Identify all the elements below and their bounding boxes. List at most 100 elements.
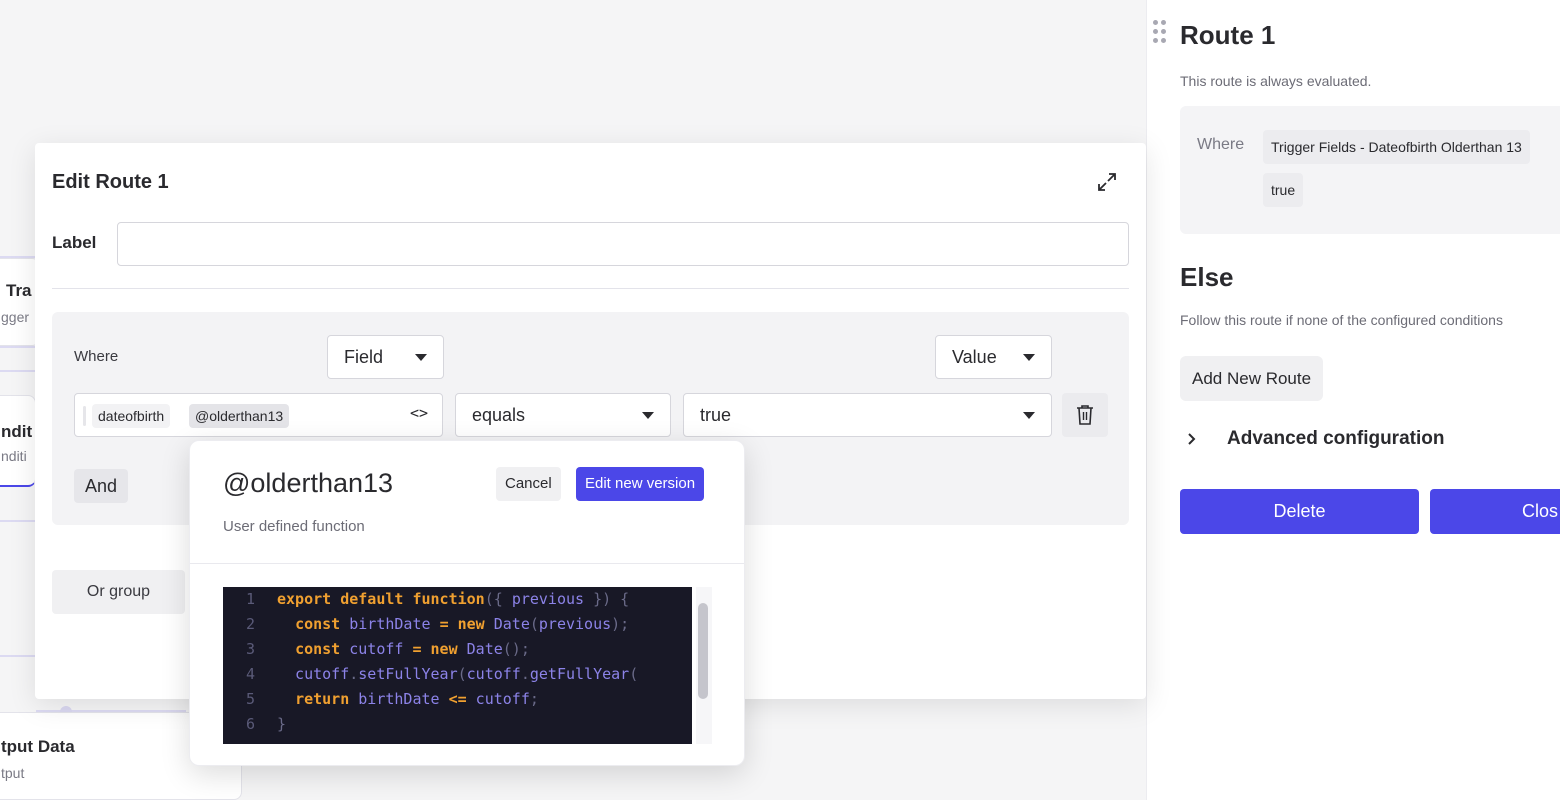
cancel-button[interactable]: Cancel [496,467,561,501]
function-popover: @olderthan13 User defined function Cance… [189,440,745,766]
code-token: Date [484,615,530,633]
code-token: ( [529,615,539,633]
code-token: cutoff [277,665,350,683]
code-token: cutoff [466,690,530,708]
edge [0,370,36,372]
else-title: Else [1180,262,1234,292]
code-token: setFullYear [358,665,458,683]
caret-down-icon [415,353,427,361]
modal-title: Edit Route 1 [52,171,169,193]
code-token: = [439,615,449,633]
edit-new-version-button[interactable]: Edit new version [576,467,705,501]
code-token: birthDate [349,690,449,708]
code-token: . [349,665,359,683]
node-subtitle: gger [1,309,30,325]
value-type-select[interactable]: Value [935,335,1052,379]
edge [0,520,36,522]
code-editor[interactable]: 1 export default function({ previous }) {… [223,587,692,744]
close-button[interactable]: Clos [1430,489,1560,534]
value-type-label: Value [952,346,997,367]
label-input[interactable] [117,222,1129,266]
line-number: 3 [245,640,255,658]
delete-condition-button[interactable] [1062,393,1108,437]
code-token: } [277,715,287,733]
route-title: Route 1 [1180,20,1276,50]
code-line: 3 const cutoff = new Date(); [223,637,530,662]
divider [190,563,744,564]
caret-down-icon [642,411,654,419]
condition-value-chip: true [1263,173,1304,207]
code-token: previous [511,590,585,608]
expand-icon[interactable] [1096,171,1118,193]
line-number: 4 [245,665,255,683]
caret-down-icon [1023,411,1035,419]
code-token: previous [538,615,612,633]
code-token: return [295,690,350,708]
node-subtitle: nditi [1,448,27,464]
route-condition-summary[interactable]: Where Trigger Fields - Dateofbirth Older… [1180,106,1560,234]
line-number: 6 [245,715,255,733]
divider [52,288,1129,289]
drag-handle-icon[interactable] [1153,20,1167,46]
code-token: <= [448,690,467,708]
code-token: ; [529,690,539,708]
value-label: true [700,404,732,425]
label-caption: Label [52,233,97,252]
code-token: new [430,640,458,658]
caret-down-icon [1023,353,1035,361]
else-description: Follow this route if none of the configu… [1180,312,1503,328]
code-line: 1 export default function({ previous }) { [223,587,629,612]
function-type: User defined function [223,518,365,535]
or-group-button[interactable]: Or group [52,570,185,614]
field-type-select[interactable]: Field [327,335,444,379]
scrollbar-thumb[interactable] [698,603,708,699]
field-token[interactable]: dateofbirth [92,404,171,428]
code-line: 2 const birthDate = new Date(previous); [223,612,629,637]
code-token: getFullYear [529,665,630,683]
code-token: }) { [584,590,630,608]
line-number: 5 [245,690,255,708]
condition-node[interactable]: ndit nditi [0,395,36,487]
code-token: export default function [277,590,485,608]
trigger-node[interactable]: Tra gger [0,258,40,346]
code-token: cutoff [340,640,413,658]
function-token[interactable]: @olderthan13 [189,404,290,428]
edge [0,655,36,657]
node-title: Tra [6,281,32,300]
code-token: const [295,615,341,633]
code-token: ({ [484,590,512,608]
value-select[interactable]: true [683,393,1052,437]
code-token: new [457,615,485,633]
code-line: 6} [223,712,286,737]
advanced-configuration-label: Advanced configuration [1227,428,1445,449]
trash-icon [1077,405,1093,425]
edge [0,346,40,348]
code-token: Date [457,640,503,658]
field-input-bar [83,406,86,426]
code-token: ( [457,665,467,683]
and-button[interactable]: And [74,469,129,503]
advanced-configuration-toggle[interactable]: Advanced configuration [1187,424,1444,454]
code-line: 5 return birthDate <= cutoff; [223,687,539,712]
node-subtitle: tput [1,765,25,781]
delete-button[interactable]: Delete [1180,489,1419,534]
operator-select[interactable]: equals [455,393,671,437]
add-new-route-button[interactable]: Add New Route [1180,356,1324,401]
route-description: This route is always evaluated. [1180,73,1372,89]
code-token: birthDate [340,615,440,633]
line-number: 1 [245,590,255,608]
function-name: @olderthan13 [223,468,394,498]
node-title: tput Data [1,737,75,756]
code-token: const [295,640,341,658]
code-token: ( [629,665,639,683]
code-token: (); [502,640,530,658]
code-line: 4 cutoff.setFullYear(cutoff.getFullYear( [223,662,638,687]
code-icon[interactable]: <> [410,404,428,422]
line-number: 2 [245,615,255,633]
code-token: cutoff [466,665,521,683]
field-path-input[interactable]: dateofbirth @olderthan13 <> [74,393,443,437]
where-label: Where [74,348,119,365]
